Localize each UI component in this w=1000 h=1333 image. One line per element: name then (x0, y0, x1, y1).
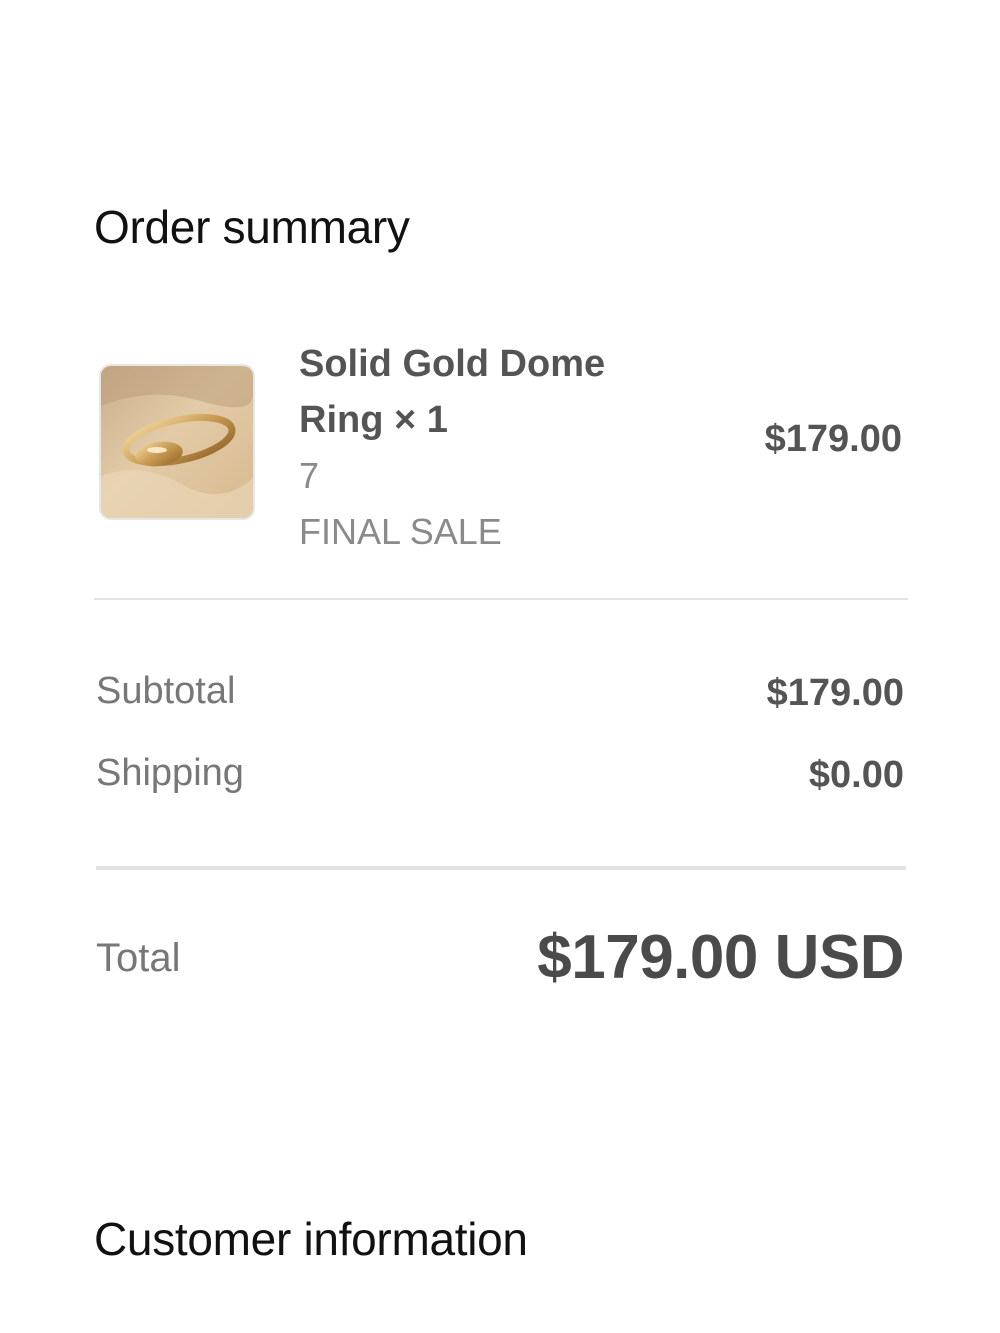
customer-information-title: Customer information (94, 1213, 528, 1265)
shipping-label: Shipping (96, 752, 244, 794)
shipping-value: $0.00 (808, 754, 904, 796)
order-summary-title: Order summary (94, 201, 410, 253)
item-price: $179.00 (764, 418, 902, 460)
divider (96, 866, 906, 870)
item-name: Solid Gold Dome Ring × 1 (299, 343, 606, 441)
item-variant: 7 (299, 455, 320, 496)
product-thumbnail (99, 364, 255, 520)
line-item: Solid Gold Dome Ring × 1 7 FINAL SALE $1… (94, 330, 906, 560)
divider (94, 598, 908, 600)
total-value: $179.00 USD (537, 923, 904, 992)
subtotal-value: $179.00 (766, 672, 904, 714)
subtotal-label: Subtotal (96, 670, 236, 712)
item-details: Solid Gold Dome Ring × 1 7 FINAL SALE (299, 336, 659, 560)
final-sale-label: FINAL SALE (299, 511, 502, 552)
gold-ring-image (101, 366, 253, 518)
total-label: Total (96, 936, 181, 980)
